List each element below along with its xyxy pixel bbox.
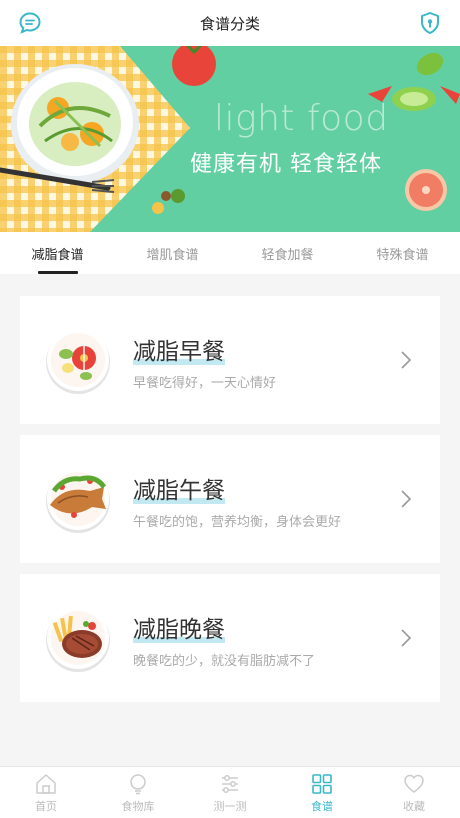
nav-label: 食谱 [311,800,333,813]
chevron-right-icon [401,629,412,647]
tab-special[interactable]: 特殊食谱 [345,232,460,274]
home-icon [36,774,56,794]
heart-icon [404,774,424,793]
bulb-icon [130,774,146,795]
nav-label: 食物库 [121,800,155,813]
nav-label: 首页 [35,800,57,813]
tab-light-snack[interactable]: 轻食加餐 [230,232,345,274]
chat-bubble-icon[interactable] [18,11,42,35]
top-bar: 食谱分类 [0,0,460,46]
list-item-dinner[interactable]: 减脂晚餐 晚餐吃的少，就没有脂肪减不了 [20,574,440,702]
nav-home[interactable]: 首页 [0,767,92,818]
nav-favorites[interactable]: 收藏 [368,767,460,818]
card-subtitle: 晚餐吃的少，就没有脂肪减不了 [133,654,316,669]
list-item-breakfast[interactable]: 减脂早餐 早餐吃得好，一天心情好 [20,296,440,424]
shield-icon[interactable] [418,11,442,35]
card-title: 减脂早餐 [133,339,225,365]
list-item-lunch[interactable]: 减脂午餐 午餐吃的饱，营养均衡，身体会更好 [20,435,440,563]
banner-tagline-cn: 健康有机 轻食轻体 [190,152,382,177]
nav-label: 测一测 [213,800,247,813]
grid-icon [312,774,332,794]
fish-plate-icon [46,468,110,533]
category-tabs: 减脂食谱 增肌食谱 轻食加餐 特殊食谱 [0,232,460,274]
banner-illustration [0,46,460,232]
breakfast-plate-icon [46,329,110,394]
sliders-icon [222,775,238,793]
nav-label: 收藏 [403,800,425,813]
hero-banner[interactable]: light food 健康有机 轻食轻体 [0,46,460,232]
tab-muscle-gain[interactable]: 增肌食谱 [115,232,230,274]
card-subtitle: 早餐吃得好，一天心情好 [133,376,277,391]
bottom-nav: 首页 食物库 测一测 食谱 收藏 [0,766,460,818]
recipe-list: 减脂早餐 早餐吃得好，一天心情好 减脂午餐 午餐吃的饱，营养均衡，身体会更好 减… [0,274,460,766]
card-title: 减脂晚餐 [133,617,225,643]
nav-recipes[interactable]: 食谱 [276,767,368,818]
steak-plate-icon [46,607,110,672]
page-title: 食谱分类 [199,14,260,33]
card-subtitle: 午餐吃的饱，营养均衡，身体会更好 [133,515,342,530]
chevron-right-icon [401,351,412,369]
banner-tagline-en: light food [214,98,389,139]
nav-test[interactable]: 测一测 [184,767,276,818]
card-title: 减脂午餐 [133,478,225,504]
tab-fat-loss[interactable]: 减脂食谱 [0,232,115,274]
chevron-right-icon [401,490,412,508]
nav-food-library[interactable]: 食物库 [92,767,184,818]
